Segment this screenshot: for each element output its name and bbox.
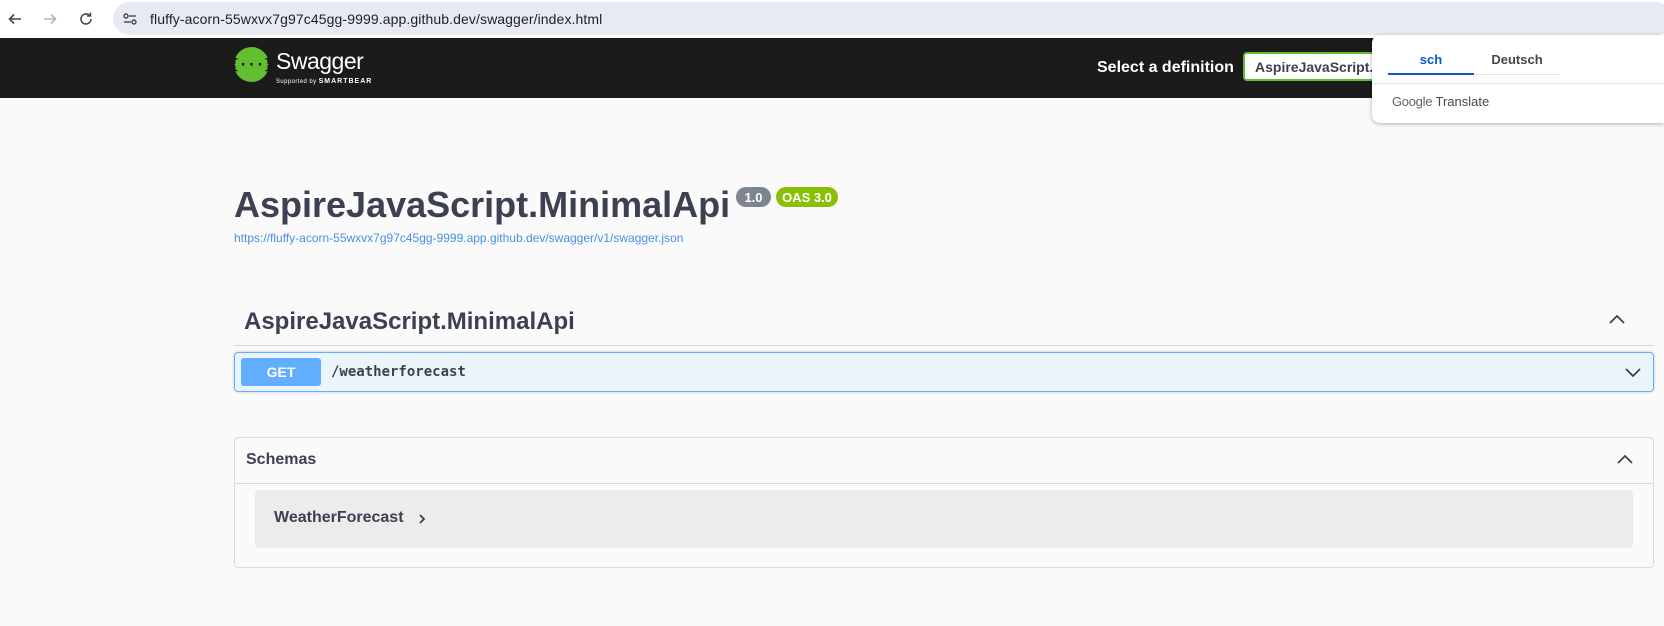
model-name[interactable]: WeatherForecast xyxy=(274,509,404,527)
schemas-title: Schemas xyxy=(246,451,317,468)
version-badge: 1.0 xyxy=(736,187,771,207)
url-text[interactable]: fluffy-acorn-55wxvx7g97c45gg-9999.app.gi… xyxy=(150,11,602,27)
schemas-section: Schemas WeatherForecast xyxy=(234,437,1654,568)
schemas-header[interactable]: Schemas xyxy=(235,438,1653,484)
swagger-logo-text[interactable]: Swagger xyxy=(276,48,364,75)
chevron-up-icon[interactable] xyxy=(1607,310,1627,330)
operation-path[interactable]: /weatherforecast xyxy=(331,364,466,380)
chevron-right-icon[interactable] xyxy=(415,511,429,527)
site-settings-icon[interactable] xyxy=(121,10,139,28)
api-title: AspireJavaScript.MinimalApi xyxy=(234,184,731,225)
browser-toolbar: fluffy-acorn-55wxvx7g97c45gg-9999.app.gi… xyxy=(0,0,1664,38)
google-brand: Google xyxy=(1392,94,1433,109)
swagger-logo-icon[interactable]: {···} xyxy=(230,47,273,82)
translate-word: Translate xyxy=(1435,94,1490,109)
swagger-logo-subtitle: Supported by SMARTBEAR xyxy=(276,78,372,85)
reload-icon xyxy=(80,12,92,25)
select-definition-label: Select a definition xyxy=(1097,59,1234,76)
google-translate-label: Google Translate xyxy=(1392,94,1489,109)
arrow-right-icon xyxy=(44,13,57,25)
translate-tab-target[interactable]: Deutsch xyxy=(1474,45,1560,75)
chevron-up-icon[interactable] xyxy=(1615,450,1635,470)
oas-badge: OAS 3.0 xyxy=(776,187,838,207)
translate-tab-source[interactable]: sch xyxy=(1388,45,1474,75)
logo-sub-brand: SMARTBEAR xyxy=(318,78,373,85)
http-method-badge[interactable]: GET xyxy=(241,358,321,386)
divider xyxy=(1372,83,1664,84)
reload-button[interactable] xyxy=(74,7,98,31)
google-translate-popup: sch Deutsch Google Translate xyxy=(1372,35,1664,123)
address-bar[interactable]: fluffy-acorn-55wxvx7g97c45gg-9999.app.gi… xyxy=(113,2,1664,35)
operation-get-weatherforecast[interactable]: GET /weatherforecast xyxy=(234,352,1654,392)
model-weatherforecast[interactable]: WeatherForecast xyxy=(255,490,1633,548)
tag-section-header[interactable]: AspireJavaScript.MinimalApi xyxy=(234,298,1654,346)
chevron-down-icon[interactable] xyxy=(1623,362,1643,382)
tag-title: AspireJavaScript.MinimalApi xyxy=(244,308,575,335)
spec-url-link[interactable]: https://fluffy-acorn-55wxvx7g97c45gg-999… xyxy=(234,231,683,245)
back-button[interactable] xyxy=(3,7,27,31)
arrow-left-icon xyxy=(8,13,21,25)
forward-button[interactable] xyxy=(38,7,62,31)
logo-sub-prefix: Supported by xyxy=(276,79,317,85)
